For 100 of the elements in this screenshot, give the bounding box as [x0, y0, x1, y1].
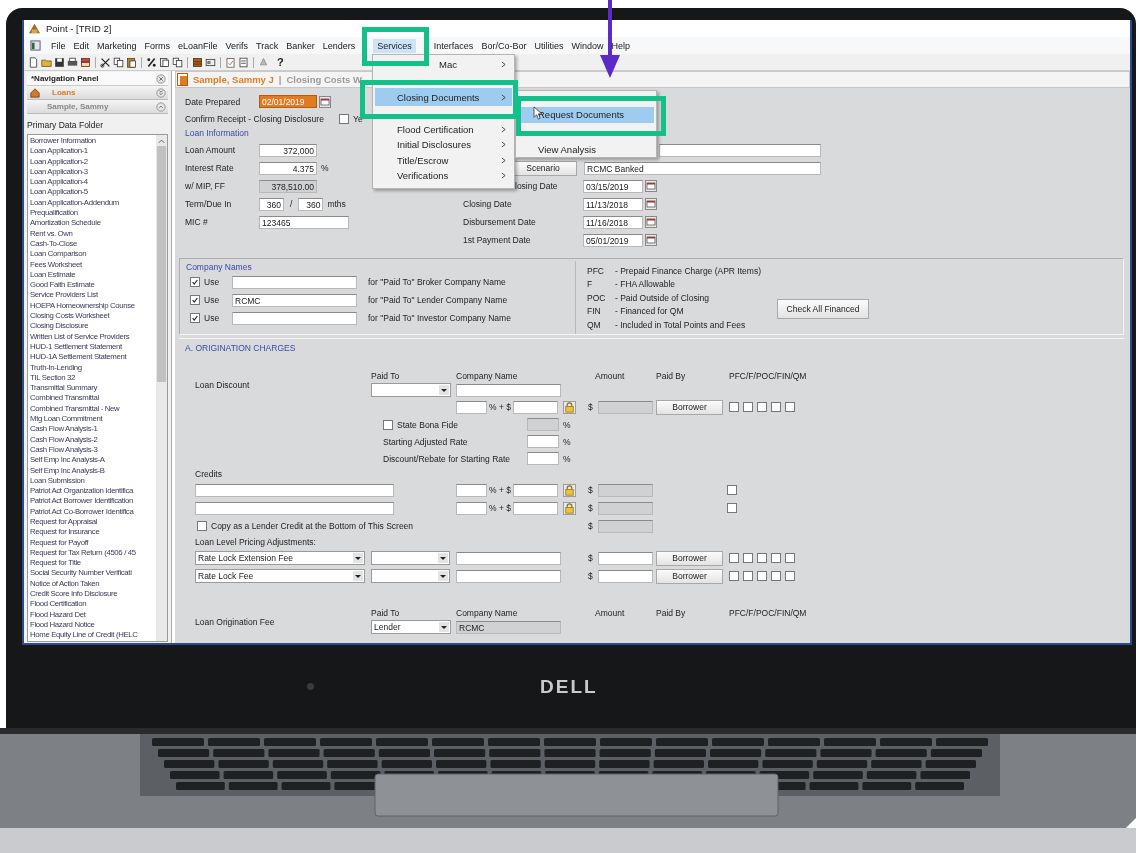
menu-item[interactable]: Edit [69, 38, 94, 53]
input-field[interactable]: RCMC Banked [584, 161, 821, 175]
input-field[interactable] [456, 551, 561, 565]
input-field[interactable]: 4.375 [259, 161, 317, 175]
date-field[interactable]: 05/01/2019 [583, 233, 643, 247]
input-field[interactable] [527, 452, 559, 465]
calendar-icon[interactable] [645, 216, 657, 228]
menu-item[interactable]: View Analysis [520, 141, 654, 157]
stack-icon[interactable] [80, 56, 91, 68]
input-field[interactable] [598, 400, 653, 414]
paid-by-button[interactable]: Borrower [656, 568, 723, 584]
checkbox[interactable] [785, 402, 795, 412]
menu-item[interactable]: Marketing [93, 38, 141, 53]
input-field[interactable] [513, 483, 558, 497]
checkbox[interactable] [197, 521, 207, 531]
checkbox[interactable] [743, 553, 753, 563]
menu-item[interactable]: Flood Certification [375, 121, 512, 137]
menu-item[interactable]: Help [607, 38, 634, 53]
checkbox[interactable] [743, 571, 753, 581]
menu-item[interactable]: File [47, 38, 70, 53]
date-field[interactable]: 11/13/2018 [583, 197, 643, 211]
input-field[interactable] [456, 383, 561, 397]
slash-icon[interactable] [146, 56, 157, 68]
input-field[interactable] [598, 501, 653, 515]
window-icon[interactable] [30, 40, 41, 51]
menu-item[interactable]: Interfaces [429, 38, 478, 53]
checkbox[interactable] [785, 553, 795, 563]
menu-item[interactable]: eLoanFile [174, 38, 222, 53]
checkbox[interactable] [190, 277, 200, 287]
check-all-financed-button[interactable]: Check All Financed [777, 299, 869, 319]
scrollbar[interactable] [156, 135, 167, 641]
checkbox[interactable] [729, 553, 739, 563]
input-field[interactable] [598, 569, 653, 583]
expand-icon[interactable] [156, 101, 166, 112]
scissors-icon[interactable] [100, 56, 111, 68]
input-field[interactable] [513, 501, 558, 515]
input-field[interactable] [598, 551, 653, 565]
menu-item[interactable]: Bor/Co-Bor [477, 38, 531, 53]
menu-item[interactable]: Verifications [375, 168, 512, 184]
collapse-icon[interactable] [156, 87, 166, 98]
checkbox[interactable] [743, 402, 753, 412]
paid-by-button[interactable]: Borrower [656, 399, 723, 415]
menu-item[interactable]: Window [567, 38, 608, 53]
pages-icon[interactable] [159, 56, 170, 68]
document-icon[interactable] [28, 56, 39, 68]
scroll-up-icon[interactable] [157, 137, 166, 145]
checkbox[interactable] [771, 402, 781, 412]
checkbox[interactable] [785, 571, 795, 581]
folder-icon[interactable] [41, 56, 52, 68]
close-icon[interactable] [156, 73, 166, 84]
copy-icon[interactable] [113, 56, 124, 68]
book-icon[interactable] [192, 56, 203, 68]
paste-icon[interactable] [126, 56, 137, 68]
dropdown[interactable] [371, 551, 450, 565]
input-field[interactable] [513, 400, 558, 414]
menu-item[interactable]: Forms [140, 38, 175, 53]
sheet-icon[interactable] [238, 56, 249, 68]
checkbox[interactable] [729, 571, 739, 581]
dropdown[interactable]: Rate Lock Fee [195, 569, 365, 583]
date-field[interactable]: 03/15/2019 [583, 179, 643, 193]
menu-item[interactable]: Mac [437, 57, 512, 73]
input-field[interactable]: 123465 [259, 215, 349, 229]
printer-icon[interactable] [67, 56, 78, 68]
checkbox[interactable] [727, 485, 737, 495]
calendar-icon[interactable] [645, 180, 657, 192]
menu-item[interactable]: Title/Escrow [375, 152, 512, 168]
input-field[interactable] [598, 483, 653, 497]
checkbox[interactable] [727, 503, 737, 513]
input-field[interactable] [598, 519, 653, 533]
checkbox[interactable] [190, 313, 200, 323]
input-field[interactable] [456, 483, 487, 497]
menu-item[interactable]: Closing Documents [375, 88, 512, 106]
input-field[interactable] [232, 311, 357, 325]
menu-item[interactable]: Banker [282, 38, 319, 53]
input-field[interactable]: 360 [298, 197, 324, 211]
menu-item[interactable]: Lenders [318, 38, 360, 53]
input-field[interactable]: RCMC [232, 293, 357, 307]
dropdown[interactable] [371, 383, 451, 397]
lock-icon[interactable] [563, 483, 576, 497]
clipboard-icon[interactable] [225, 56, 236, 68]
calendar-icon[interactable] [645, 198, 657, 210]
input-field[interactable] [232, 275, 357, 289]
calendar-icon[interactable] [319, 95, 331, 108]
scroll-thumb[interactable] [157, 146, 166, 382]
lock-icon[interactable] [563, 501, 576, 515]
menu-item[interactable]: Verifs [221, 38, 253, 53]
checkbox[interactable] [757, 571, 767, 581]
input-field[interactable] [527, 435, 559, 448]
checkbox[interactable] [757, 553, 767, 563]
lock-icon[interactable] [563, 400, 576, 414]
input-field[interactable] [456, 400, 487, 414]
dropdown[interactable] [371, 569, 450, 583]
input-field[interactable] [659, 143, 821, 157]
input-field[interactable]: 372,000 [259, 143, 317, 157]
checkbox[interactable] [383, 419, 393, 430]
input-field[interactable] [456, 569, 561, 583]
input-field[interactable] [195, 501, 394, 515]
input-field[interactable] [456, 501, 487, 515]
menu-item[interactable]: Request Documents [520, 107, 654, 123]
save-icon[interactable] [54, 56, 65, 68]
